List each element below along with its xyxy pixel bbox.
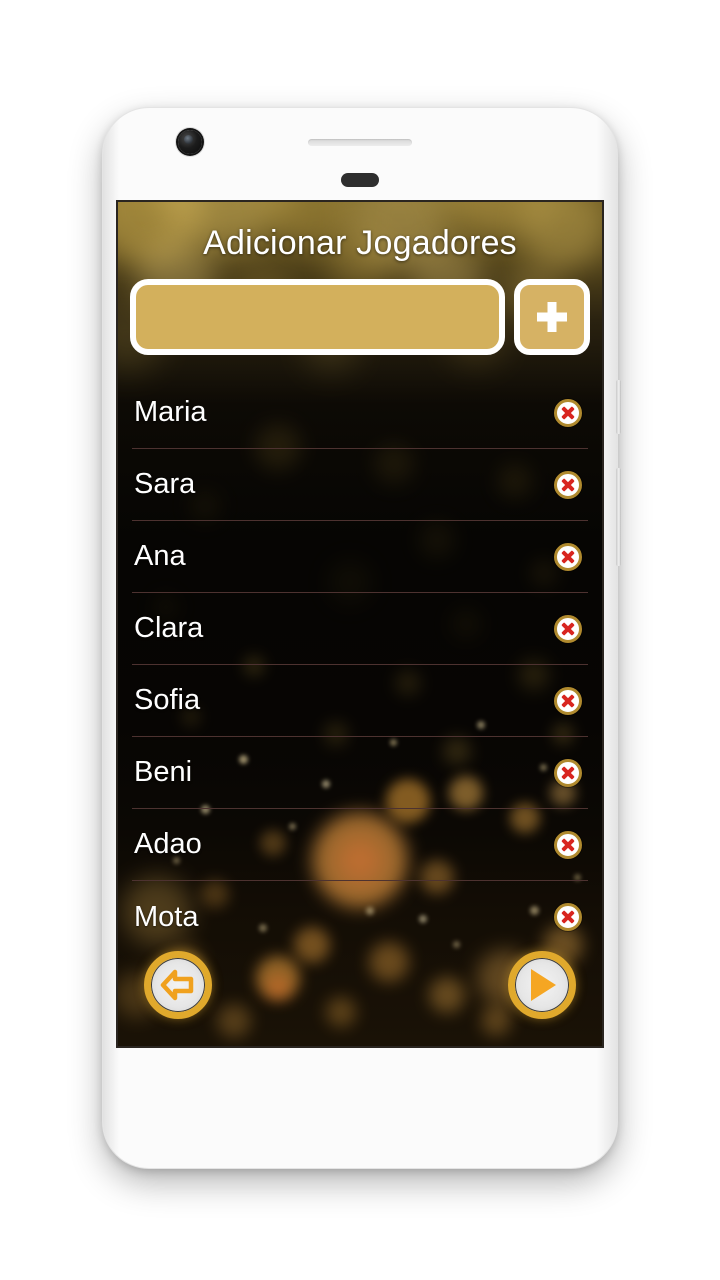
player-row[interactable]: Beni bbox=[132, 737, 588, 809]
screenshot-canvas: Adicionar Jogadores Maria Sara Ana Clara Sof… bbox=[0, 0, 720, 1280]
player-row[interactable]: Mota bbox=[132, 881, 588, 938]
speaker-grille-icon bbox=[308, 139, 412, 146]
phone-screen: Adicionar Jogadores Maria Sara Ana Clara Sof… bbox=[118, 202, 602, 1046]
add-player-button[interactable] bbox=[514, 279, 590, 355]
delete-player-button[interactable] bbox=[554, 903, 582, 931]
camera-icon bbox=[178, 130, 202, 154]
proximity-sensor-icon bbox=[341, 173, 379, 187]
player-name-input[interactable] bbox=[130, 279, 505, 355]
player-name: Sofia bbox=[134, 684, 201, 716]
player-name: Sara bbox=[134, 468, 196, 500]
power-button[interactable] bbox=[616, 380, 621, 434]
player-row[interactable]: Adao bbox=[132, 809, 588, 881]
delete-player-button[interactable] bbox=[554, 758, 582, 787]
add-player-form bbox=[130, 279, 590, 355]
player-row[interactable]: Ana bbox=[132, 521, 588, 593]
app-content: Adicionar Jogadores Maria Sara Ana Clara Sof… bbox=[118, 202, 602, 1046]
player-row[interactable]: Maria bbox=[132, 377, 588, 449]
delete-player-button[interactable] bbox=[554, 470, 582, 499]
delete-player-button[interactable] bbox=[554, 398, 582, 427]
player-row[interactable]: Clara bbox=[132, 593, 588, 665]
player-name: Maria bbox=[134, 396, 207, 428]
player-list: Maria Sara Ana Clara Sofia Beni Adao Mota bbox=[132, 377, 588, 938]
volume-button[interactable] bbox=[616, 468, 621, 566]
bottom-navigation bbox=[118, 938, 602, 1046]
delete-player-button[interactable] bbox=[554, 542, 582, 571]
play-icon bbox=[524, 966, 560, 1004]
player-row[interactable]: Sara bbox=[132, 449, 588, 521]
plus-icon-vertical bbox=[547, 302, 557, 332]
back-button[interactable] bbox=[144, 951, 212, 1019]
page-title: Adicionar Jogadores bbox=[203, 224, 517, 262]
player-name: Beni bbox=[134, 756, 193, 788]
arrow-left-icon bbox=[158, 968, 198, 1002]
delete-player-button[interactable] bbox=[554, 614, 582, 643]
play-button[interactable] bbox=[508, 951, 576, 1019]
player-row[interactable]: Sofia bbox=[132, 665, 588, 737]
delete-player-button[interactable] bbox=[554, 830, 582, 859]
phone-device: Adicionar Jogadores Maria Sara Ana Clara Sof… bbox=[103, 108, 621, 1168]
player-name: Ana bbox=[134, 540, 186, 572]
delete-player-button[interactable] bbox=[554, 686, 582, 715]
player-name: Adao bbox=[134, 828, 202, 860]
player-name: Mota bbox=[134, 900, 199, 933]
player-name: Clara bbox=[134, 612, 204, 644]
